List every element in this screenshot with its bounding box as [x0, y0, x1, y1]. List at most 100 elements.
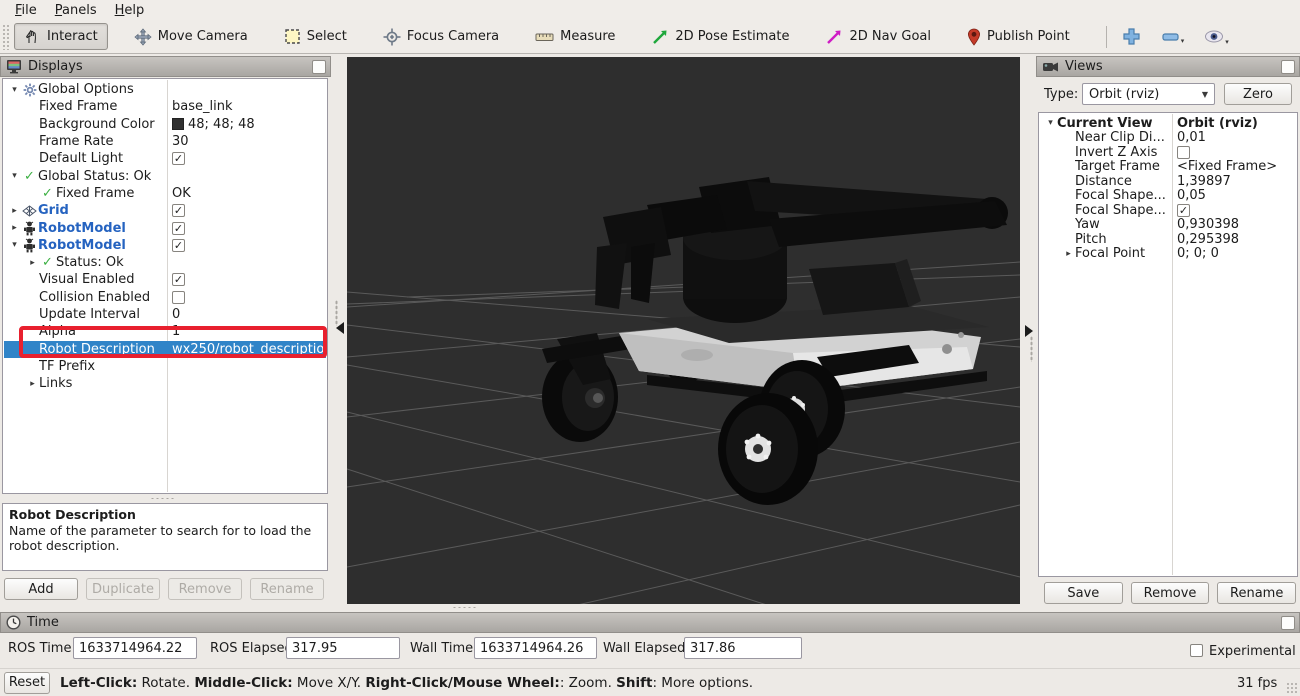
tree-row-global-status-ok[interactable]: ▾✓Global Status: Ok — [4, 168, 326, 185]
row-value[interactable]: ✓ — [1177, 204, 1190, 217]
checkbox-checked[interactable]: ✓ — [172, 239, 185, 252]
tree-row-robot-description[interactable]: Robot Descriptionwx250/robot_description — [4, 341, 326, 358]
tree-row-yaw[interactable]: Yaw0,930398 — [1040, 218, 1296, 233]
tree-row-current-view[interactable]: ▾Current ViewOrbit (rviz) — [1040, 116, 1296, 131]
tree-row-robotmodel[interactable]: ▾RobotModel✓ — [4, 237, 326, 254]
row-value[interactable]: base_link — [172, 99, 232, 114]
tree-row-grid[interactable]: ▸Grid✓ — [4, 202, 326, 219]
row-value[interactable]: 0,05 — [1177, 189, 1206, 204]
tree-row-focal-shape-[interactable]: Focal Shape...0,05 — [1040, 189, 1296, 204]
tree-row-robotmodel[interactable]: ▸RobotModel✓ — [4, 219, 326, 236]
collapse-left-panel-arrow[interactable] — [336, 322, 344, 334]
row-value[interactable]: ✓ — [172, 239, 185, 252]
menu-panels[interactable]: Panels — [46, 1, 106, 20]
checkbox-checked[interactable]: ✓ — [172, 152, 185, 165]
row-value[interactable]: 0,01 — [1177, 131, 1206, 146]
zero-button[interactable]: Zero — [1224, 83, 1292, 105]
tool-select[interactable]: Select — [274, 23, 357, 50]
tree-row-status-ok[interactable]: ▸✓Status: Ok — [4, 254, 326, 271]
toolbar-drag-handle[interactable] — [2, 24, 10, 50]
checkbox-checked[interactable]: ✓ — [1177, 204, 1190, 217]
tree-row-fixed-frame[interactable]: ✓Fixed FrameOK — [4, 185, 326, 202]
menu-file[interactable]: File — [6, 1, 46, 20]
row-value[interactable]: 0,930398 — [1177, 218, 1239, 233]
rename-button[interactable]: Rename — [1217, 582, 1296, 604]
tree-row-frame-rate[interactable]: Frame Rate30 — [4, 133, 326, 150]
expander-open-icon[interactable]: ▾ — [8, 240, 21, 250]
displays-titlebar[interactable]: Displays — [0, 56, 331, 77]
menu-help[interactable]: Help — [106, 1, 154, 20]
row-value[interactable] — [1177, 146, 1190, 159]
expander-closed-icon[interactable]: ▸ — [1062, 249, 1075, 259]
resize-grip[interactable] — [1286, 682, 1298, 694]
tree-row-distance[interactable]: Distance1,39897 — [1040, 174, 1296, 189]
tool-focus-camera[interactable]: Focus Camera — [373, 23, 509, 51]
tree-row-links[interactable]: ▸Links — [4, 375, 326, 392]
tool-move-camera[interactable]: Move Camera — [124, 23, 258, 51]
time-field-input[interactable]: 317.86 — [684, 637, 802, 659]
right-splitter-handle[interactable] — [1030, 336, 1033, 362]
tree-row-pitch[interactable]: Pitch0,295398 — [1040, 232, 1296, 247]
displays-splitter-handle[interactable] — [150, 497, 176, 500]
row-value[interactable]: 30 — [172, 134, 189, 149]
tree-row-near-clip-di-[interactable]: Near Clip Di...0,01 — [1040, 131, 1296, 146]
tree-row-collision-enabled[interactable]: Collision Enabled — [4, 289, 326, 306]
time-titlebar[interactable]: Time — [0, 612, 1300, 633]
row-value[interactable]: <Fixed Frame> — [1177, 160, 1277, 175]
checkbox-checked[interactable]: ✓ — [172, 222, 185, 235]
tree-row-focal-shape-[interactable]: Focal Shape...✓ — [1040, 203, 1296, 218]
checkbox-checked[interactable]: ✓ — [172, 273, 185, 286]
experimental-checkbox[interactable] — [1190, 644, 1203, 657]
row-value[interactable]: ✓ — [172, 204, 185, 217]
time-field-input[interactable]: 1633714964.22 — [73, 637, 197, 659]
row-value[interactable]: ✓ — [172, 273, 185, 286]
time-panel-checkbox[interactable] — [1281, 616, 1295, 630]
tree-row-global-options[interactable]: ▾Global Options — [4, 81, 326, 98]
tool-properties-button[interactable]: ▾ — [1199, 27, 1234, 46]
add-button[interactable]: Add — [4, 578, 78, 600]
row-value[interactable]: OK — [172, 186, 191, 201]
view-type-dropdown[interactable]: Orbit (rviz) ▼ — [1082, 83, 1215, 105]
checkbox-unchecked[interactable] — [1177, 146, 1190, 159]
row-value[interactable]: 1 — [172, 324, 180, 339]
row-value[interactable]: 0,295398 — [1177, 232, 1239, 247]
add-tool-button[interactable] — [1117, 24, 1146, 49]
expander-closed-icon[interactable]: ▸ — [8, 206, 21, 216]
tool-2d-pose-estimate[interactable]: 2D Pose Estimate — [641, 23, 799, 51]
row-value[interactable]: 48; 48; 48 — [172, 117, 255, 132]
expander-closed-icon[interactable]: ▸ — [26, 379, 39, 389]
tree-row-target-frame[interactable]: Target Frame<Fixed Frame> — [1040, 160, 1296, 175]
row-value[interactable]: Orbit (rviz) — [1177, 116, 1258, 131]
row-value[interactable]: 0 — [172, 307, 180, 322]
3d-viewport[interactable] — [347, 57, 1020, 604]
views-panel-checkbox[interactable] — [1281, 60, 1295, 74]
expander-open-icon[interactable]: ▾ — [8, 85, 21, 95]
row-value[interactable] — [172, 291, 185, 304]
tree-row-update-interval[interactable]: Update Interval0 — [4, 306, 326, 323]
checkbox-unchecked[interactable] — [172, 291, 185, 304]
tool-measure[interactable]: Measure — [525, 24, 625, 49]
tree-row-fixed-frame[interactable]: Fixed Framebase_link — [4, 98, 326, 115]
expander-open-icon[interactable]: ▾ — [8, 171, 21, 181]
expander-open-icon[interactable]: ▾ — [1044, 118, 1057, 128]
bottom-splitter-handle[interactable] — [452, 606, 478, 609]
tool-publish-point[interactable]: Publish Point — [957, 23, 1080, 51]
save-button[interactable]: Save — [1044, 582, 1123, 604]
checkbox-checked[interactable]: ✓ — [172, 204, 185, 217]
tree-row-tf-prefix[interactable]: TF Prefix — [4, 358, 326, 375]
tree-row-background-color[interactable]: Background Color 48; 48; 48 — [4, 116, 326, 133]
remove-button[interactable]: Remove — [1131, 582, 1210, 604]
tree-row-invert-z-axis[interactable]: Invert Z Axis — [1040, 145, 1296, 160]
row-value[interactable]: 1,39897 — [1177, 174, 1231, 189]
time-field-input[interactable]: 1633714964.26 — [474, 637, 597, 659]
tree-row-default-light[interactable]: Default Light✓ — [4, 150, 326, 167]
tool-2d-nav-goal[interactable]: 2D Nav Goal — [815, 23, 941, 51]
tool-interact[interactable]: Interact — [14, 23, 108, 50]
tree-row-visual-enabled[interactable]: Visual Enabled✓ — [4, 271, 326, 288]
displays-panel-checkbox[interactable] — [312, 60, 326, 74]
tree-row-focal-point[interactable]: ▸Focal Point0; 0; 0 — [1040, 247, 1296, 262]
row-value[interactable]: 0; 0; 0 — [1177, 247, 1219, 262]
tree-row-alpha[interactable]: Alpha1 — [4, 323, 326, 340]
row-value[interactable]: ✓ — [172, 152, 185, 165]
expander-closed-icon[interactable]: ▸ — [8, 223, 21, 233]
